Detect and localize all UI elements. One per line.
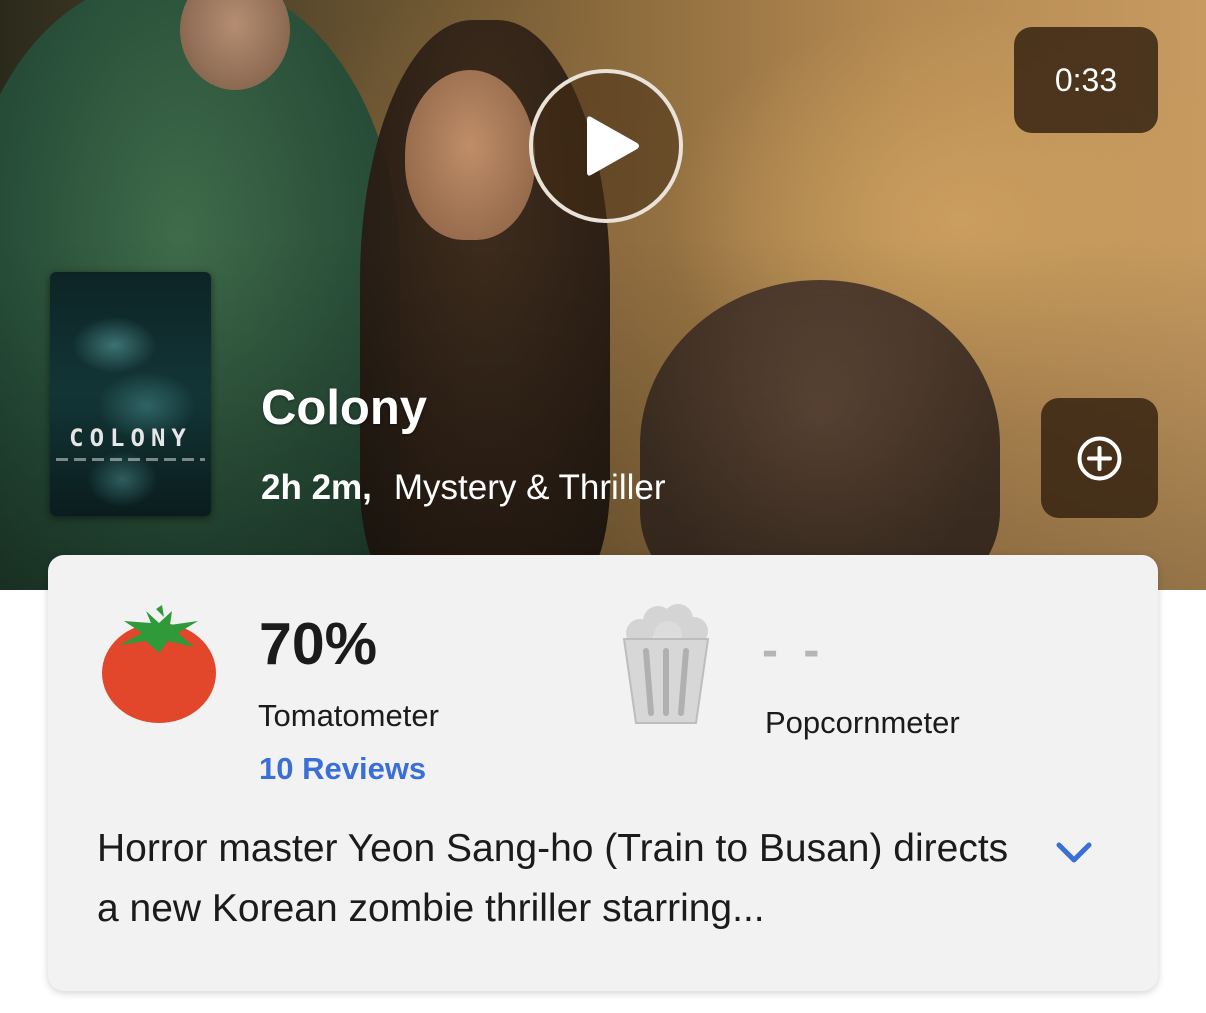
popcorn-bucket-icon <box>622 604 710 724</box>
poster-title: COLONY <box>69 424 192 452</box>
movie-poster[interactable]: COLONY <box>50 272 211 516</box>
reviews-link[interactable]: 10 Reviews <box>259 751 426 787</box>
popcornmeter-label: Popcornmeter <box>765 705 960 740</box>
synopsis-text: Horror master Yeon Sang-ho (Train to Bus… <box>97 827 1009 930</box>
score-card: 70% Tomatometer 10 Reviews - - Popcornme… <box>48 555 1158 991</box>
video-duration-badge: 0:33 <box>1014 27 1158 133</box>
chevron-down-icon[interactable] <box>1053 831 1095 873</box>
plus-circle-icon <box>1077 436 1122 481</box>
play-icon <box>587 116 639 176</box>
movie-title: Colony <box>261 381 428 435</box>
popcornmeter-score: - - <box>762 624 826 677</box>
movie-meta: 2h 2m, Mystery & Thriller <box>261 468 666 508</box>
poster-credits <box>56 458 205 461</box>
video-duration: 0:33 <box>1054 61 1118 98</box>
play-button[interactable] <box>529 69 683 223</box>
movie-genre: Mystery & Thriller <box>393 468 666 507</box>
add-to-watchlist-button[interactable] <box>1041 398 1158 518</box>
movie-runtime: 2h 2m, <box>261 468 372 507</box>
tomato-icon <box>102 605 216 723</box>
tomatometer-label: Tomatometer <box>258 698 439 733</box>
tomatometer-score: 70% <box>259 611 378 677</box>
